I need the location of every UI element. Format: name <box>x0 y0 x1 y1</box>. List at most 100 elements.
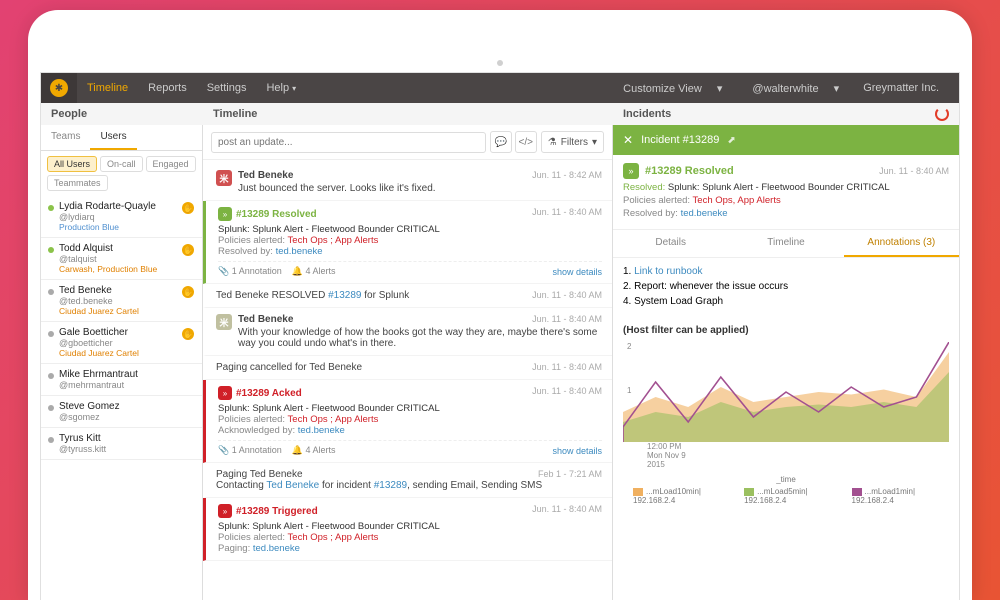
user-name: Lydia Rodarte-Quayle <box>59 201 194 212</box>
user-item[interactable]: Lydia Rodarte-Quayle @lydiarq Production… <box>41 196 202 238</box>
presence-dot <box>48 205 54 211</box>
app-logo[interactable]: ✱ <box>41 73 77 103</box>
incident-link[interactable]: #13289 <box>374 480 407 491</box>
badge-icon: » <box>623 163 639 179</box>
item-time: Jun. 11 - 8:40 AM <box>532 504 602 514</box>
annotation-count[interactable]: 📎 1 Annotation <box>218 266 282 277</box>
external-link-icon[interactable]: ⬈ <box>727 135 735 146</box>
user-item[interactable]: Ted Beneke @ted.beneke Ciudad Juarez Car… <box>41 280 202 322</box>
legend-swatch <box>633 488 643 496</box>
user-handle: @lydiarq <box>59 212 194 222</box>
by-label: Paging: <box>218 543 253 554</box>
nav-help[interactable]: Help▾ <box>256 73 306 103</box>
user-handle: @gboetticher <box>59 338 194 348</box>
legend-item: ...mLoad5min| 192.168.2.4 <box>744 487 831 505</box>
policies-label: Policies alerted: <box>218 532 288 543</box>
user-item[interactable]: Gale Boetticher @gboetticher Ciudad Juar… <box>41 322 202 364</box>
incident-alert: Splunk: Splunk Alert - Fleetwood Bounder… <box>665 182 889 193</box>
incident-tab-details[interactable]: Details <box>613 230 728 257</box>
timeline-item: Feb 1 - 7:21 AM Paging Ted Beneke Contac… <box>203 463 612 498</box>
people-header: People <box>41 103 203 125</box>
user-item[interactable]: Tyrus Kitt @tyruss.kitt <box>41 428 202 460</box>
event-text: Contacting <box>216 480 266 491</box>
avatar: 米 <box>216 314 232 330</box>
chip-engaged[interactable]: Engaged <box>146 156 196 172</box>
alert-count[interactable]: 🔔 4 Alerts <box>292 266 336 277</box>
nav-settings[interactable]: Settings <box>197 73 257 103</box>
policies-label: Policies alerted: <box>218 414 288 425</box>
incident-alert: Splunk: Splunk Alert - Fleetwood Bounder… <box>218 224 602 235</box>
legend-item: ...mLoad1min| 192.168.2.4 <box>852 487 939 505</box>
people-tab-teams[interactable]: Teams <box>41 125 90 150</box>
user-name: Mike Ehrmantraut <box>59 369 194 380</box>
code-icon[interactable]: </> <box>515 131 537 153</box>
annotation-item: 1. Link to runbook <box>623 266 949 277</box>
chevron-down-icon: ▾ <box>828 83 846 95</box>
user-handle: @ted.beneke <box>59 296 194 306</box>
chevron-down-icon: ▾ <box>292 84 296 93</box>
event-text: Ted Beneke RESOLVED <box>216 290 328 301</box>
user-link[interactable]: Ted Beneke <box>266 480 319 491</box>
annotation-item: 4. System Load Graph <box>623 296 949 307</box>
presence-dot <box>48 331 54 337</box>
event-text: , sending Email, Sending SMS <box>407 480 542 491</box>
incident-tab-timeline[interactable]: Timeline <box>728 230 843 257</box>
annotation-text: Report: whenever the issue occurs <box>634 281 788 292</box>
people-panel: TeamsUsers All UsersOn-callEngaged Teamma… <box>41 125 203 600</box>
show-details-link[interactable]: show details <box>552 267 602 277</box>
resolvedby-link[interactable]: ted.beneke <box>681 208 728 219</box>
by-link[interactable]: ted.beneke <box>276 246 323 257</box>
item-time: Feb 1 - 7:21 AM <box>538 469 602 479</box>
customize-view-menu[interactable]: Customize View ▾ <box>611 82 734 95</box>
incident-alert: Splunk: Splunk Alert - Fleetwood Bounder… <box>218 403 602 414</box>
chip-teammates[interactable]: Teammates <box>47 175 108 191</box>
close-icon[interactable]: ✕ <box>623 133 633 147</box>
hand-icon: ✋ <box>182 328 194 340</box>
incident-header: ✕ Incident #13289 ⬈ <box>613 125 959 155</box>
user-item[interactable]: Mike Ehrmantraut @mehrmantraut <box>41 364 202 396</box>
x-tick: 12:00 PM <box>647 442 681 451</box>
incident-title[interactable]: #13289 Acked <box>236 388 302 399</box>
x-date: Mon Nov 9 <box>647 451 686 460</box>
incident-title[interactable]: #13289 Resolved <box>236 209 317 220</box>
refresh-icon[interactable] <box>935 107 949 121</box>
filters-button[interactable]: ⚗Filters ▾ <box>541 131 604 153</box>
nav-timeline[interactable]: Timeline <box>77 73 138 103</box>
incident-summary-title: #13289 Resolved <box>645 165 734 177</box>
badge-icon: » <box>218 207 232 221</box>
nav-reports[interactable]: Reports <box>138 73 197 103</box>
user-name: Steve Gomez <box>59 401 194 412</box>
user-item[interactable]: Steve Gomez @sgomez <box>41 396 202 428</box>
incident-link[interactable]: #13289 <box>328 290 361 301</box>
timeline-item: Jun. 11 - 8:40 AM Ted Beneke RESOLVED #1… <box>203 284 612 308</box>
user-item[interactable]: Todd Alquist @talquist Carwash, Producti… <box>41 238 202 280</box>
timeline-item: Jun. 11 - 8:40 AM 米 Ted BenekeWith your … <box>203 308 612 356</box>
event-text: Paging cancelled for Ted Beneke <box>216 362 362 373</box>
event-text: for incident <box>319 480 373 491</box>
people-tab-users[interactable]: Users <box>90 125 136 150</box>
org-name: Greymatter Inc. <box>857 82 945 94</box>
user-name: Ted Beneke <box>59 285 194 296</box>
alert-count[interactable]: 🔔 4 Alerts <box>292 445 336 456</box>
chat-icon[interactable]: 💬 <box>490 131 512 153</box>
item-time: Jun. 11 - 8:40 AM <box>532 207 602 217</box>
chip-all-users[interactable]: All Users <box>47 156 97 172</box>
top-bar: ✱ TimelineReportsSettingsHelp▾ Customize… <box>41 73 959 103</box>
by-link[interactable]: ted.beneke <box>253 543 300 554</box>
current-user-menu[interactable]: @walterwhite ▾ <box>740 82 851 95</box>
chip-on-call[interactable]: On-call <box>100 156 143 172</box>
post-update-input[interactable] <box>211 132 486 153</box>
msg-text: Just bounced the server. Looks like it's… <box>238 183 436 194</box>
user-handle: @talquist <box>59 254 194 264</box>
user-handle: @sgomez <box>59 412 194 422</box>
show-details-link[interactable]: show details <box>552 446 602 456</box>
incident-tab-annotations[interactable]: Annotations (3) <box>844 230 959 257</box>
by-link[interactable]: ted.beneke <box>298 425 345 436</box>
incident-title[interactable]: #13289 Triggered <box>236 506 318 517</box>
annotation-count[interactable]: 📎 1 Annotation <box>218 445 282 456</box>
annotation-link[interactable]: Link to runbook <box>634 266 702 277</box>
filter-icon: ⚗ <box>548 137 557 148</box>
by-label: Resolved by: <box>218 246 276 257</box>
annotation-num: 4. <box>623 296 634 307</box>
user-team: Ciudad Juarez Cartel <box>59 306 194 316</box>
